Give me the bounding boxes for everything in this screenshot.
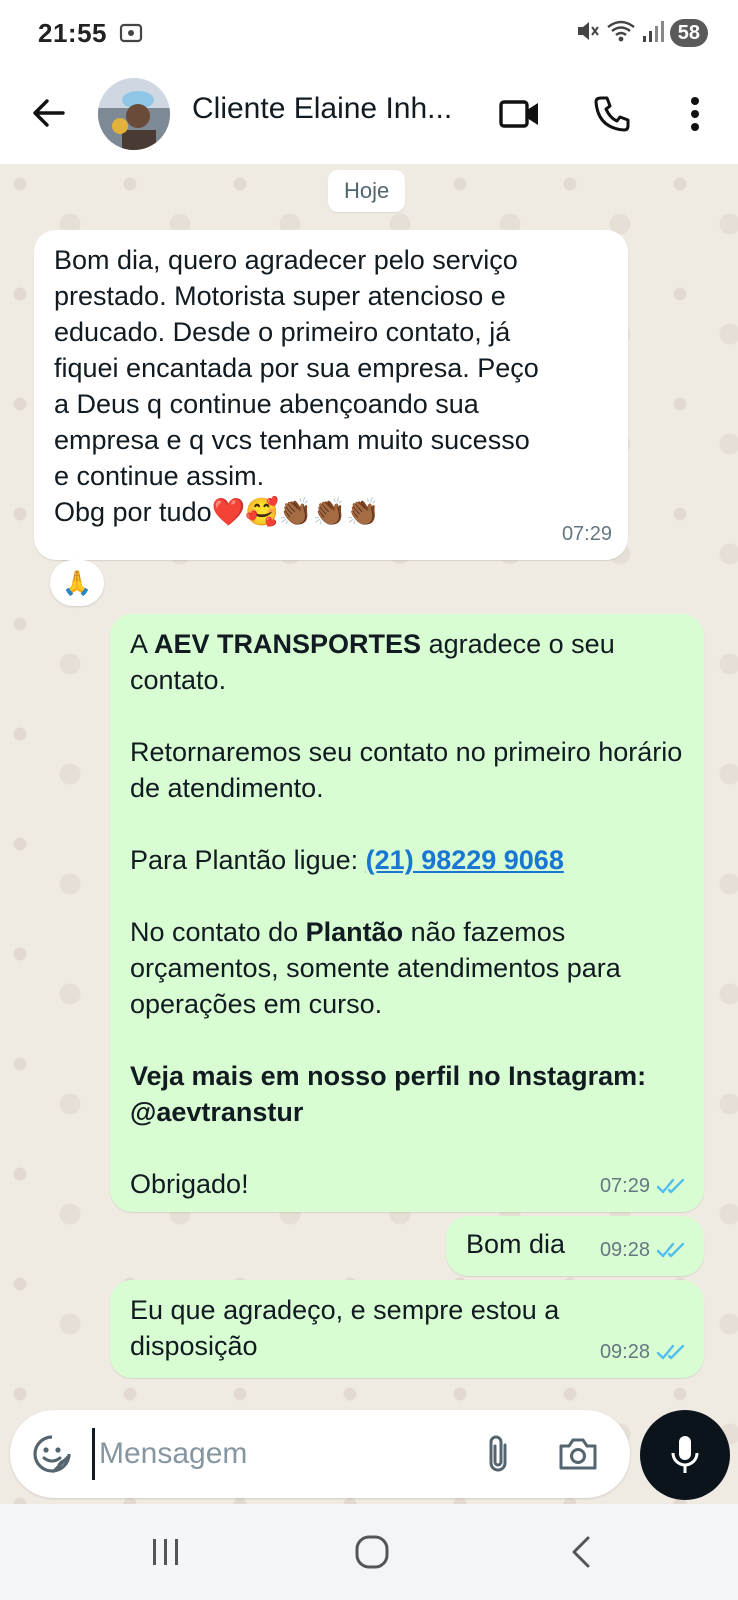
message-line: Obg por tudo❤️🥰👏🏾👏🏾👏🏾 bbox=[54, 497, 380, 527]
bold-text: Plantão bbox=[305, 917, 404, 947]
message-text: Bom dia bbox=[466, 1229, 566, 1259]
message-text: Eu que agradeço, e sempre estou a dispos… bbox=[130, 1295, 560, 1361]
outgoing-message[interactable]: Eu que agradeço, e sempre estou a dispos… bbox=[110, 1280, 704, 1378]
message-paragraph: No contato do Plantão não fazemos orçame… bbox=[130, 914, 684, 1022]
wifi-icon bbox=[606, 18, 636, 49]
message-line: e continue assim. bbox=[54, 461, 265, 491]
arrow-left-icon bbox=[33, 99, 65, 127]
microphone-icon bbox=[671, 1436, 699, 1473]
phone-link[interactable]: (21) 98229 9068 bbox=[366, 845, 564, 875]
message-composer bbox=[10, 1410, 630, 1498]
camera-icon bbox=[559, 1438, 597, 1470]
voice-record-button[interactable] bbox=[640, 1410, 730, 1500]
battery-badge: 58 bbox=[669, 19, 708, 47]
recent-apps-button[interactable] bbox=[148, 1534, 184, 1570]
message-paragraph: Retornaremos seu contato no primeiro hor… bbox=[130, 737, 683, 803]
home-button[interactable] bbox=[352, 1532, 392, 1572]
camera-button[interactable] bbox=[554, 1432, 602, 1476]
message-timestamp: 07:29 bbox=[600, 1168, 688, 1204]
message-line: fiquei encantada por sua empresa. Peço bbox=[54, 353, 539, 383]
message-paragraph: Para Plantão ligue: (21) 98229 9068 bbox=[130, 842, 684, 878]
message-input[interactable] bbox=[92, 1428, 452, 1480]
contact-name[interactable]: Cliente Elaine Inh... bbox=[192, 92, 472, 126]
status-icons: 58 bbox=[574, 18, 708, 48]
message-line: educado. Desde o primeiro contato, já bbox=[54, 317, 511, 347]
more-options-button[interactable] bbox=[676, 90, 714, 138]
chat-area[interactable]: Hoje Bom dia, quero agradecer pelo servi… bbox=[0, 164, 738, 1504]
outgoing-message[interactable]: A AEV TRANSPORTES agradece o seu contato… bbox=[110, 614, 704, 1212]
phone-icon bbox=[594, 96, 630, 132]
message-reaction[interactable]: 🙏 bbox=[50, 560, 104, 606]
sticker-smile-icon bbox=[33, 1435, 71, 1473]
outgoing-message[interactable]: Bom dia 09:28 bbox=[446, 1216, 704, 1276]
message-line: Bom dia, quero agradecer pelo serviço bbox=[54, 245, 518, 275]
mute-icon bbox=[574, 18, 600, 49]
timestamp-text: 09:28 bbox=[599, 1341, 650, 1363]
read-ticks-icon bbox=[656, 1344, 685, 1360]
system-back-button[interactable] bbox=[562, 1532, 598, 1572]
message-timestamp: 09:28 bbox=[600, 1232, 688, 1268]
message-line: a Deus q continue abençoando sua bbox=[54, 389, 479, 419]
screen-record-icon bbox=[118, 20, 144, 51]
video-camera-icon bbox=[499, 100, 538, 128]
voice-call-button[interactable] bbox=[588, 90, 636, 138]
message-text: Bom dia, quero agradecer pelo serviço pr… bbox=[54, 242, 608, 530]
date-chip: Hoje bbox=[328, 170, 406, 212]
text-segment: No contato do bbox=[130, 917, 306, 947]
incoming-message[interactable]: Bom dia, quero agradecer pelo serviço pr… bbox=[34, 230, 628, 560]
message-timestamp: 07:29 bbox=[562, 516, 612, 552]
more-vertical-icon bbox=[691, 97, 699, 131]
video-call-button[interactable] bbox=[496, 92, 544, 136]
read-ticks-icon bbox=[656, 1178, 685, 1194]
text-segment: Para Plantão ligue: bbox=[130, 845, 366, 875]
emoji-button[interactable] bbox=[30, 1432, 74, 1476]
message-paragraph: Veja mais em nosso perfil no Instagram: … bbox=[130, 1058, 684, 1130]
read-ticks-icon bbox=[656, 1242, 685, 1258]
message-line: prestado. Motorista super atencioso e bbox=[54, 281, 506, 311]
bold-text: Veja mais em nosso perfil no Instagram: … bbox=[130, 1061, 647, 1127]
attach-button[interactable] bbox=[476, 1430, 520, 1478]
home-icon bbox=[355, 1535, 389, 1569]
timestamp-text: 07:29 bbox=[561, 523, 612, 545]
chevron-left-icon bbox=[572, 1536, 590, 1568]
timestamp-text: 09:28 bbox=[599, 1239, 650, 1261]
message-line: empresa e q vcs tenham muito sucesso bbox=[54, 425, 530, 455]
status-bar: 21:55 58 bbox=[0, 0, 738, 66]
message-paragraph: A AEV TRANSPORTES agradece o seu contato… bbox=[130, 626, 684, 698]
timestamp-text: 07:29 bbox=[599, 1175, 650, 1197]
bold-text: AEV TRANSPORTES bbox=[154, 629, 422, 659]
text-segment: A bbox=[130, 629, 155, 659]
profile-photo-icon bbox=[98, 78, 170, 150]
paperclip-icon bbox=[489, 1435, 507, 1472]
recents-icon bbox=[153, 1539, 178, 1565]
back-button[interactable] bbox=[26, 90, 72, 136]
message-timestamp: 09:28 bbox=[600, 1334, 688, 1370]
chat-header: Cliente Elaine Inh... bbox=[0, 66, 738, 164]
signal-icon bbox=[642, 18, 664, 49]
status-time: 21:55 bbox=[38, 18, 107, 48]
system-nav-bar bbox=[0, 1504, 738, 1600]
avatar[interactable] bbox=[98, 78, 170, 150]
